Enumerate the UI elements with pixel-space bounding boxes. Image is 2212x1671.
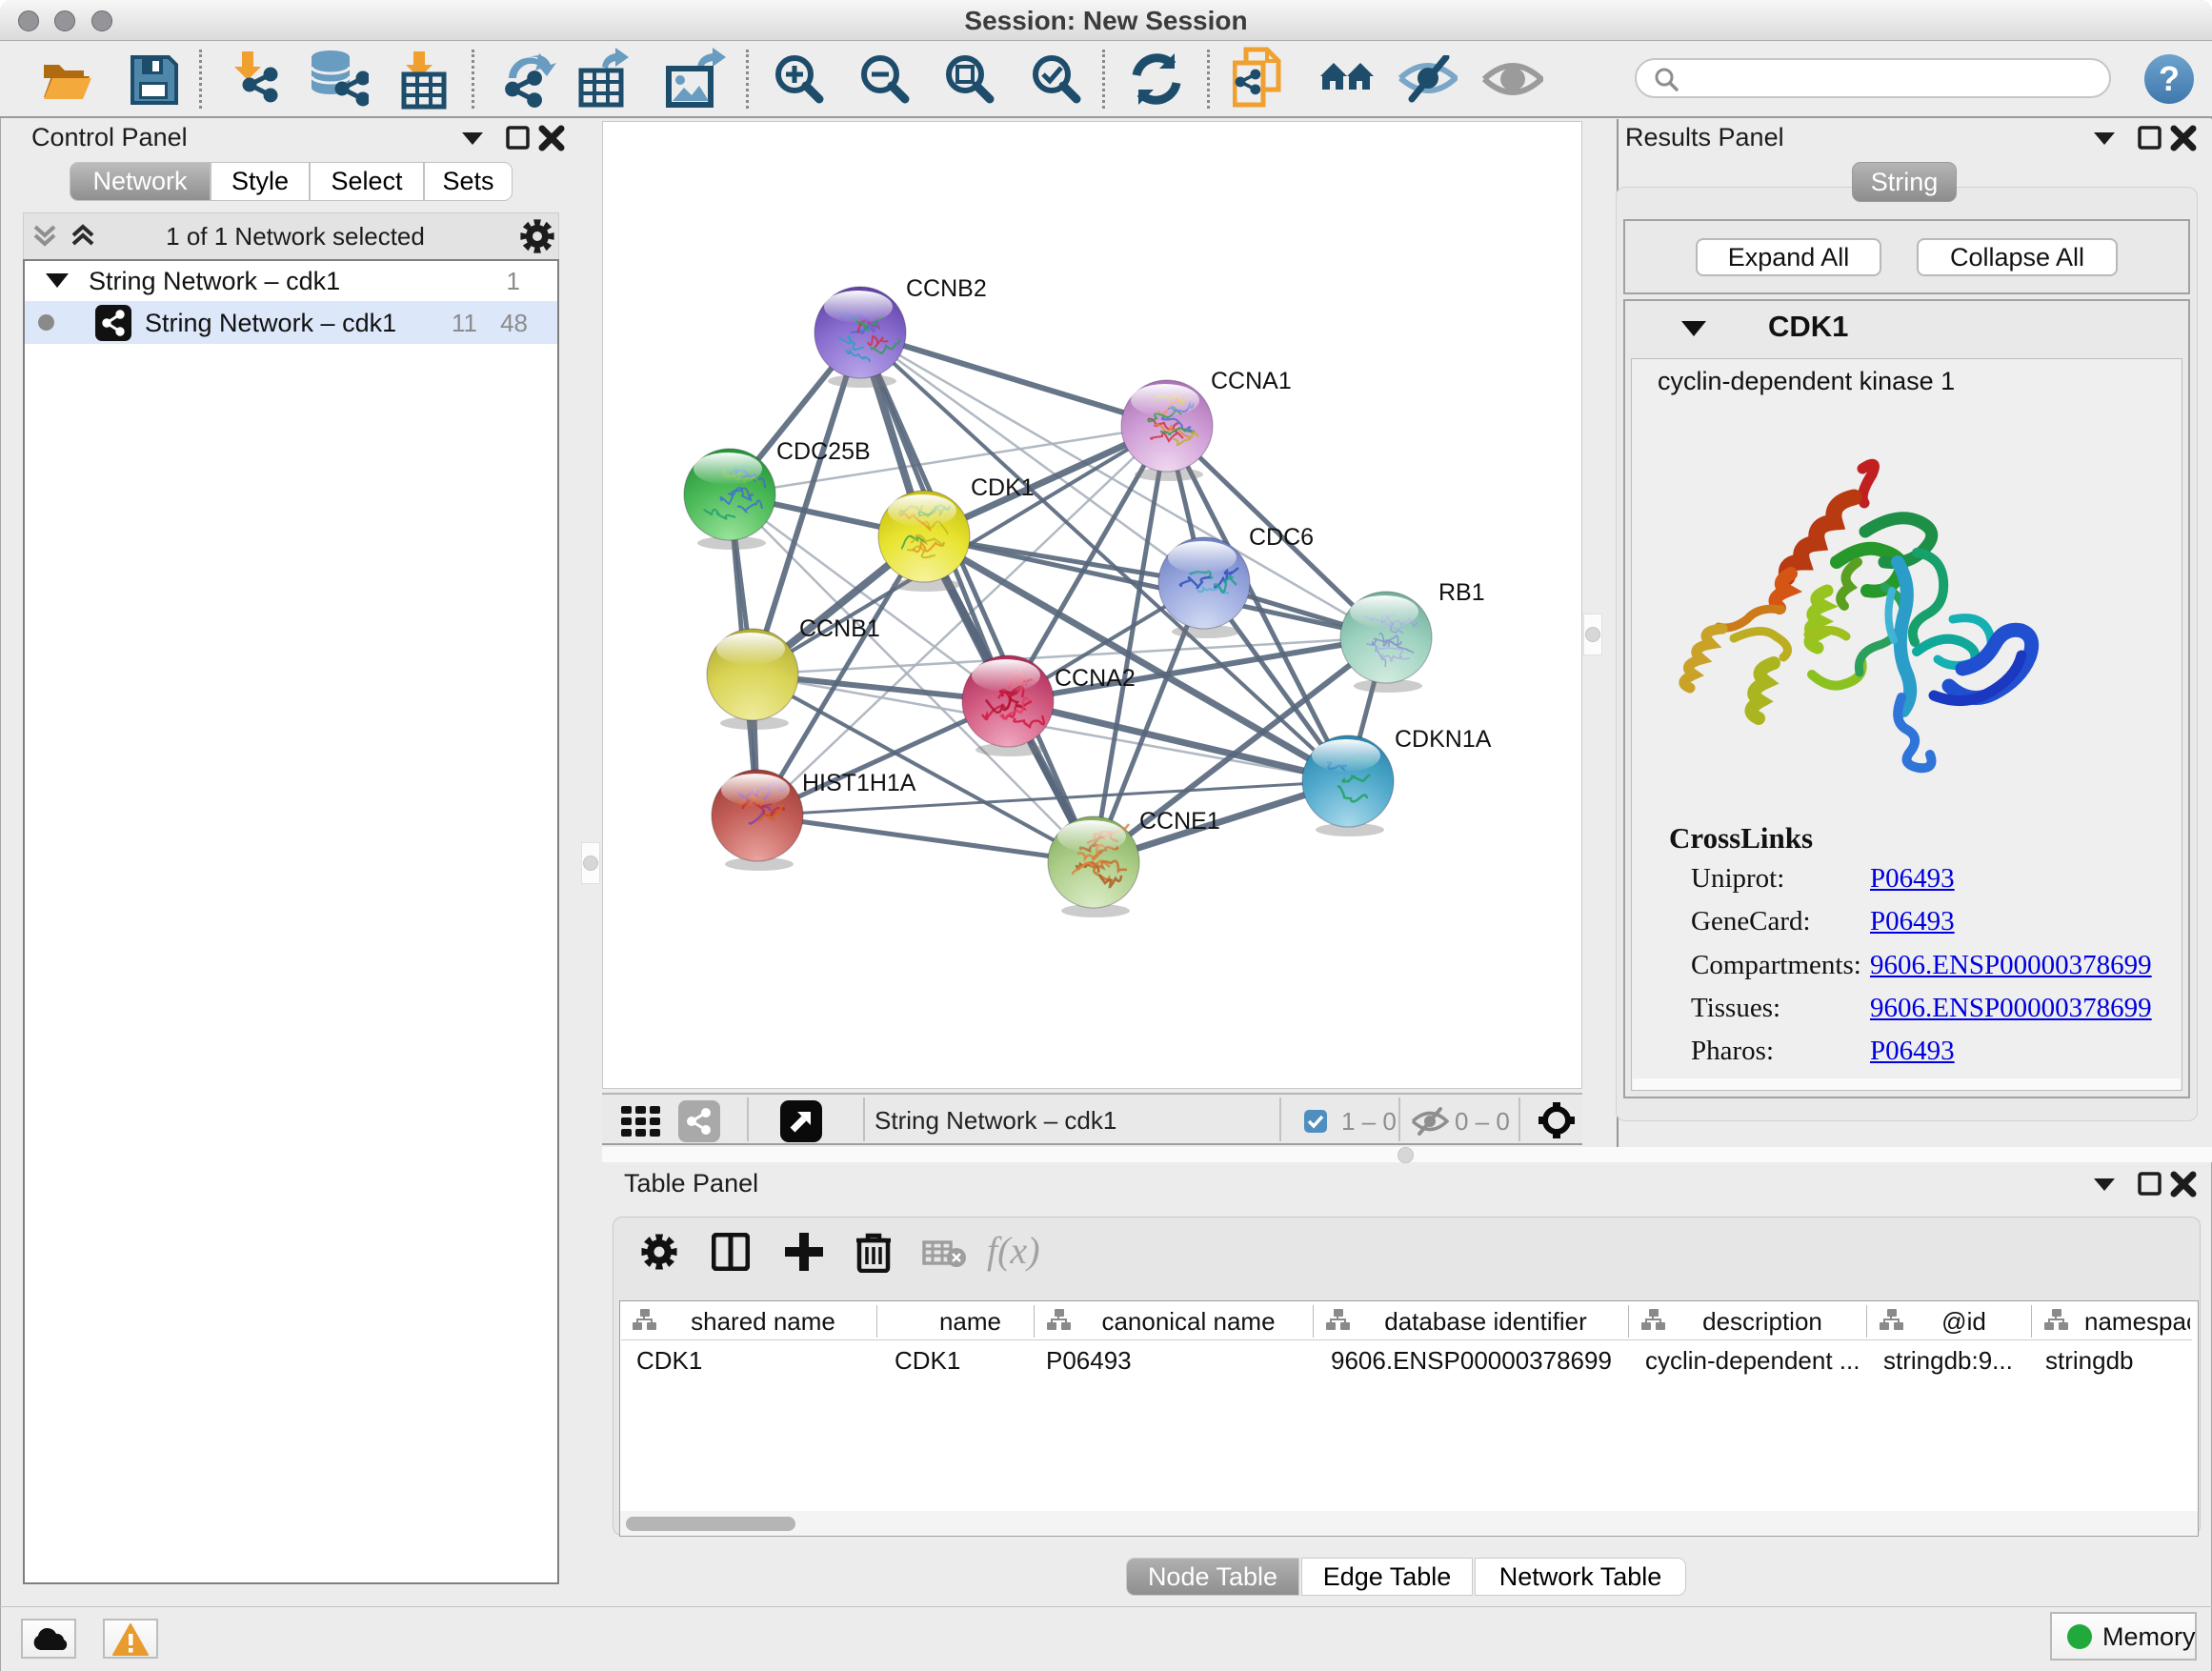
svg-text:CDC25B: CDC25B [776, 438, 871, 465]
svg-text:CDKN1A: CDKN1A [1395, 726, 1492, 753]
svg-text:CCNA2: CCNA2 [1055, 665, 1136, 692]
svg-text:CCNE1: CCNE1 [1139, 808, 1220, 835]
svg-text:CDC6: CDC6 [1249, 524, 1314, 551]
svg-text:CDK1: CDK1 [971, 474, 1035, 501]
svg-text:CCNB2: CCNB2 [906, 275, 987, 302]
svg-text:CCNB1: CCNB1 [799, 615, 880, 642]
svg-text:HIST1H1A: HIST1H1A [802, 770, 916, 796]
svg-text:CCNA1: CCNA1 [1211, 368, 1292, 394]
svg-text:RB1: RB1 [1438, 579, 1485, 606]
